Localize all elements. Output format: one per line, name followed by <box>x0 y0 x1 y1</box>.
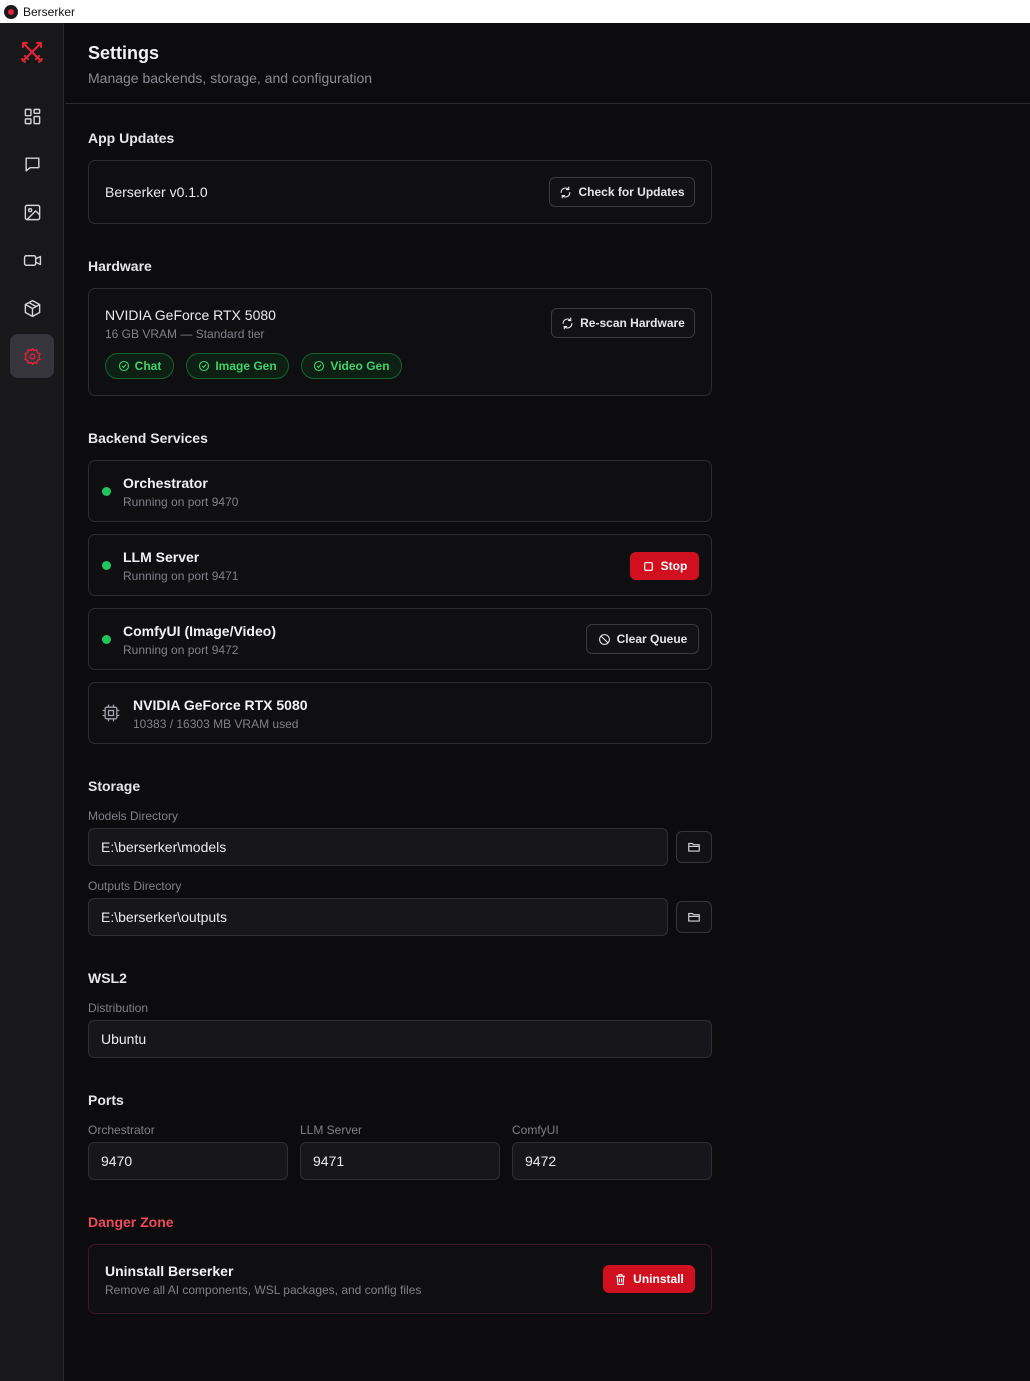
check-circle-icon <box>118 360 129 372</box>
uninstall-button[interactable]: Uninstall <box>603 1265 695 1293</box>
gpu-usage-name: NVIDIA GeForce RTX 5080 <box>133 697 308 713</box>
check-updates-button[interactable]: Check for Updates <box>549 177 695 207</box>
check-circle-icon <box>314 360 325 372</box>
status-dot-running <box>102 487 111 496</box>
image-icon <box>24 204 40 220</box>
service-name: Orchestrator <box>123 475 208 491</box>
capability-badge-video-gen: Video Gen <box>301 353 402 379</box>
refresh-icon <box>561 186 571 198</box>
rescan-hardware-button[interactable]: Re-scan Hardware <box>551 308 695 338</box>
check-updates-label: Check for Updates <box>578 185 685 199</box>
video-icon <box>23 254 41 266</box>
section-title-danger-zone: Danger Zone <box>88 1214 174 1230</box>
gpu-detail: 16 GB VRAM — Standard tier <box>105 327 265 341</box>
refresh-icon <box>562 317 573 329</box>
sidebar-item-chat[interactable] <box>10 142 54 186</box>
distribution-label: Distribution <box>88 1001 149 1015</box>
models-directory-input[interactable]: E:\berserker\models <box>88 828 668 866</box>
section-title-ports: Ports <box>88 1092 124 1108</box>
uninstall-description: Remove all AI components, WSL packages, … <box>105 1283 422 1297</box>
llm-port-label: LLM Server <box>300 1123 363 1137</box>
outputs-directory-label: Outputs Directory <box>88 879 182 893</box>
section-title-backend-services: Backend Services <box>88 430 208 446</box>
service-card-llm-server: LLM Server Running on port 9471 Stop <box>88 534 712 596</box>
service-name: ComfyUI (Image/Video) <box>123 623 276 639</box>
page-subtitle: Manage backends, storage, and configurat… <box>88 70 373 86</box>
gpu-usage-card: NVIDIA GeForce RTX 5080 10383 / 16303 MB… <box>88 682 712 744</box>
rescan-hardware-label: Re-scan Hardware <box>580 316 685 330</box>
app-icon <box>4 4 18 19</box>
page-title: Settings <box>88 43 160 63</box>
window-title: Berserker <box>23 4 76 19</box>
app-updates-card: Berserker v0.1.0 Check for Updates <box>88 160 712 224</box>
orchestrator-port-input[interactable]: 9470 <box>88 1142 288 1180</box>
gpu-name: NVIDIA GeForce RTX 5080 <box>105 307 276 323</box>
sidebar <box>0 23 64 1381</box>
hardware-card: NVIDIA GeForce RTX 5080 16 GB VRAM — Sta… <box>88 288 712 396</box>
distribution-input[interactable]: Ubuntu <box>88 1020 712 1058</box>
folder-icon <box>688 912 700 922</box>
service-status: Running on port 9471 <box>123 569 239 583</box>
section-title-wsl2: WSL2 <box>88 970 127 986</box>
sidebar-item-models[interactable] <box>10 286 54 330</box>
gpu-usage-text: 10383 / 16303 MB VRAM used <box>133 717 299 731</box>
stop-llm-button[interactable]: Stop <box>630 552 699 580</box>
service-status: Running on port 9472 <box>123 643 239 657</box>
window-titlebar: Berserker <box>0 0 1030 23</box>
models-directory-label: Models Directory <box>88 809 179 823</box>
section-title-storage: Storage <box>88 778 141 794</box>
outputs-directory-input[interactable]: E:\berserker\outputs <box>88 898 668 936</box>
sidebar-item-image[interactable] <box>10 190 54 234</box>
service-status: Running on port 9470 <box>123 495 239 509</box>
orchestrator-port-label: Orchestrator <box>88 1123 155 1137</box>
danger-zone-card: Uninstall Berserker Remove all AI compon… <box>88 1244 712 1314</box>
section-title-app-updates: App Updates <box>88 130 175 146</box>
status-dot-running <box>102 561 111 570</box>
service-name: LLM Server <box>123 549 200 565</box>
box-icon <box>24 299 40 317</box>
stop-icon <box>643 561 653 571</box>
browse-outputs-button[interactable] <box>676 901 712 933</box>
capability-badge-chat: Chat <box>105 353 174 379</box>
comfyui-port-label: ComfyUI <box>512 1123 559 1137</box>
section-title-hardware: Hardware <box>88 258 152 274</box>
capability-badge-image-gen: Image Gen <box>186 353 289 379</box>
check-circle-icon <box>199 360 210 372</box>
service-card-orchestrator: Orchestrator Running on port 9470 <box>88 460 712 522</box>
gear-icon <box>23 347 41 365</box>
grid-icon <box>24 108 40 124</box>
status-dot-running <box>102 635 111 644</box>
trash-icon <box>616 1273 625 1285</box>
comfyui-port-input[interactable]: 9472 <box>512 1142 712 1180</box>
service-card-comfyui: ComfyUI (Image/Video) Running on port 94… <box>88 608 712 670</box>
ban-icon <box>598 633 610 645</box>
cpu-chip-icon <box>102 704 120 722</box>
folder-icon <box>688 842 700 852</box>
sidebar-item-dashboard[interactable] <box>10 94 54 138</box>
llm-port-input[interactable]: 9471 <box>300 1142 500 1180</box>
clear-queue-button[interactable]: Clear Queue <box>586 624 699 654</box>
browse-models-button[interactable] <box>676 831 712 863</box>
berserker-logo-icon[interactable] <box>19 39 45 65</box>
page-header: Settings Manage backends, storage, and c… <box>65 23 1030 104</box>
sidebar-item-video[interactable] <box>10 238 54 282</box>
uninstall-title: Uninstall Berserker <box>105 1263 234 1279</box>
chat-icon <box>24 156 40 172</box>
app-version-label: Berserker v0.1.0 <box>105 184 208 200</box>
main-content: Settings Manage backends, storage, and c… <box>65 23 1030 1381</box>
sidebar-item-settings[interactable] <box>10 334 54 378</box>
